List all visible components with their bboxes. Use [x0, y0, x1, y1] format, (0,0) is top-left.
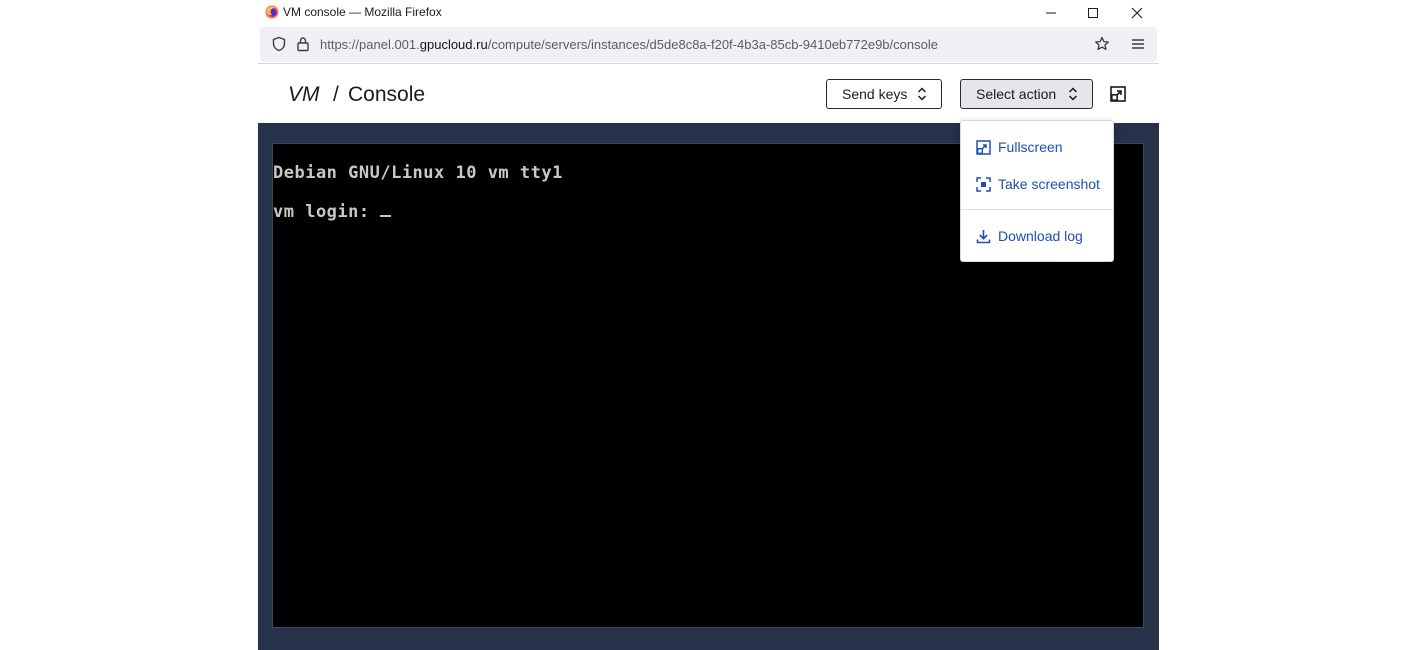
terminal-line-1: Debian GNU/Linux 10 vm tty1 [273, 163, 563, 183]
menu-item-label: Download log [998, 228, 1083, 244]
close-icon [1131, 7, 1143, 19]
bookmark-star-icon[interactable] [1094, 36, 1110, 52]
send-keys-button[interactable]: Send keys [826, 79, 942, 109]
menu-item-label: Take screenshot [998, 176, 1100, 192]
url-prefix: https://panel.001. [320, 37, 420, 52]
page-title: Console [348, 83, 426, 106]
url-path: /compute/servers/instances/d5de8c8a-f20f… [487, 37, 938, 52]
chevron-updown-icon [1068, 87, 1078, 101]
select-action-menu: Fullscreen Take screenshot Download log [960, 120, 1114, 262]
url-host: gpucloud.ru [419, 37, 488, 52]
terminal-line-2: vm login: [273, 202, 392, 222]
menu-item-fullscreen[interactable]: Fullscreen [961, 132, 1113, 162]
breadcrumb-separator: / [333, 83, 339, 106]
close-window-button[interactable] [1115, 0, 1159, 26]
url-text[interactable]: https://panel.001.gpucloud.ru/compute/se… [320, 37, 938, 53]
shield-icon[interactable] [271, 36, 287, 52]
title-bar: VM console — Mozilla Firefox [258, 0, 1159, 26]
screenshot-icon [976, 177, 991, 192]
open-external-icon[interactable] [1109, 85, 1127, 103]
menu-item-label: Fullscreen [998, 139, 1063, 155]
menu-divider [961, 209, 1113, 210]
maximize-icon [1088, 8, 1098, 18]
lock-icon[interactable] [295, 36, 311, 52]
login-prompt: vm login: [273, 202, 381, 222]
window-title: VM console — Mozilla Firefox [283, 5, 442, 19]
toolbar-divider [258, 63, 1159, 64]
breadcrumb-vm-link[interactable]: VM [288, 82, 320, 108]
menu-item-take-screenshot[interactable]: Take screenshot [961, 169, 1113, 199]
terminal-cursor [380, 215, 392, 217]
download-icon [976, 230, 991, 244]
hamburger-menu-icon[interactable] [1130, 36, 1146, 52]
address-bar[interactable]: https://panel.001.gpucloud.ru/compute/se… [260, 27, 1157, 62]
maximize-button[interactable] [1071, 0, 1115, 26]
firefox-logo-icon [265, 5, 279, 19]
fullscreen-icon [976, 140, 991, 155]
browser-window: VM console — Mozilla Firefox https://pan… [258, 0, 1159, 650]
send-keys-label: Send keys [842, 86, 908, 102]
menu-item-download-log[interactable]: Download log [961, 221, 1113, 251]
minimize-button[interactable] [1029, 0, 1073, 26]
minimize-icon [1046, 12, 1056, 14]
select-action-button[interactable]: Select action [960, 79, 1093, 109]
select-action-label: Select action [976, 86, 1057, 102]
chevron-updown-icon [917, 87, 927, 101]
